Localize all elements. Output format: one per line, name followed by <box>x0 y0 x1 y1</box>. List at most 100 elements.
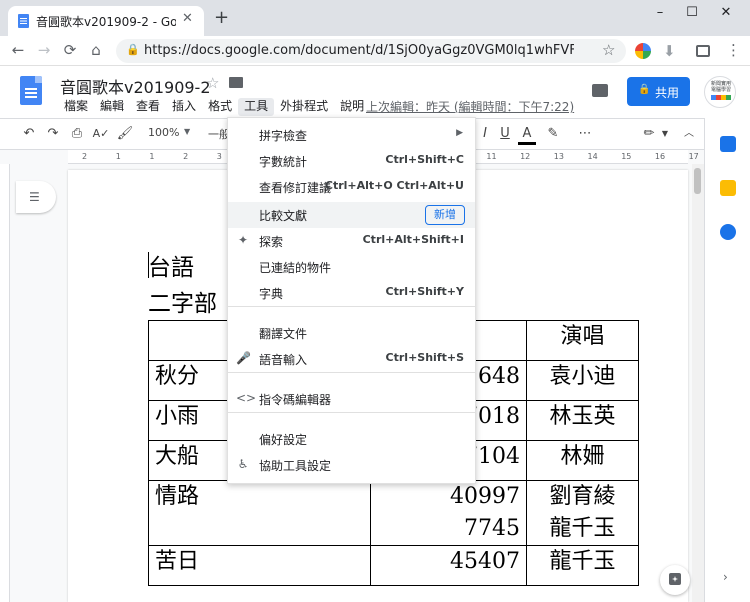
table-cell[interactable]: 40997 7745 <box>370 480 527 546</box>
menu-item-label: 拼字檢查 <box>259 129 308 143</box>
paint-format-icon[interactable]: 🖌 <box>116 125 134 143</box>
ruler-tick-label: 2 <box>82 152 88 161</box>
comment-history-icon[interactable] <box>592 84 608 97</box>
document-subheading[interactable]: 二字部 <box>148 284 217 318</box>
menu-item-shortcut: Ctrl+Shift+C <box>385 153 464 166</box>
menu-item-label: 已連結的物件 <box>259 261 332 275</box>
table-cell[interactable]: 演唱 <box>526 320 639 361</box>
back-icon[interactable]: ← <box>8 41 28 59</box>
zoom-select[interactable]: 100% <box>148 126 179 139</box>
menu-compare-documents[interactable]: 比較文獻 新增 <box>228 202 475 228</box>
address-bar[interactable]: 🔒 https://docs.google.com/document/d/1Sj… <box>116 39 626 63</box>
menu-file[interactable]: 檔案 <box>58 98 94 116</box>
tools-menu: 拼字檢查 ▶ 字數統計 Ctrl+Shift+C 查看修訂建議 Ctrl+Alt+O Ct… <box>227 117 476 484</box>
table-cell[interactable]: 林玉英 <box>526 400 639 441</box>
reload-icon[interactable]: ⟳ <box>60 41 80 59</box>
table-cell[interactable]: 袁小迪 <box>526 360 639 401</box>
table-cell[interactable]: 林姍 <box>526 440 639 481</box>
menu-linked-objects[interactable]: 已連結的物件 <box>228 254 475 280</box>
lock-icon: 🔒 <box>126 43 140 56</box>
expand-panel-icon[interactable]: › <box>723 570 728 584</box>
forward-icon[interactable]: → <box>34 41 54 59</box>
docs-logo-icon[interactable] <box>20 76 42 105</box>
more-icon[interactable]: ⋯ <box>576 125 594 143</box>
table-cell[interactable]: 苦日 <box>148 545 371 586</box>
tasks-icon[interactable] <box>720 224 736 240</box>
ruler-tick-label: 15 <box>621 152 632 161</box>
browser-menu-icon[interactable]: ⋮ <box>726 41 741 59</box>
ruler-tick-label: 1 <box>149 152 155 161</box>
document-outline-button[interactable]: ☰ <box>16 181 56 213</box>
google-docs-favicon-icon <box>18 14 29 28</box>
share-label: 共用 <box>655 86 680 100</box>
ruler-tick-label: 3 <box>216 152 222 161</box>
accessibility-icon: ♿ <box>237 457 249 471</box>
collapse-toolbar-icon[interactable]: ︿ <box>680 125 698 143</box>
menu-separator <box>228 372 475 373</box>
menu-voice-typing[interactable]: 🎤 語音輸入 Ctrl+Shift+S <box>228 346 475 372</box>
menu-insert[interactable]: 插入 <box>166 98 202 116</box>
menu-review-suggestions[interactable]: 查看修訂建議 Ctrl+Alt+O Ctrl+Alt+U <box>228 174 475 200</box>
explore-button[interactable] <box>660 565 690 595</box>
browser-tab[interactable]: 音圓歌本v201909-2 - Google 文 ✕ <box>8 6 204 36</box>
tab-title: 音圓歌本v201909-2 - Google 文 <box>36 15 176 29</box>
menu-accessibility-settings[interactable]: ♿ 協助工具設定 <box>228 452 475 478</box>
menu-view[interactable]: 查看 <box>130 98 166 116</box>
submenu-arrow-icon: ▶ <box>456 128 463 138</box>
home-icon[interactable]: ⌂ <box>86 41 106 59</box>
close-window-button[interactable]: ✕ <box>716 5 736 20</box>
scrollbar-thumb[interactable] <box>694 168 701 194</box>
menu-dictionary[interactable]: 字典 Ctrl+Shift+Y <box>228 280 475 306</box>
bookmark-star-icon[interactable]: ☆ <box>602 41 615 59</box>
menu-addons[interactable]: 外掛程式 <box>274 98 334 116</box>
undo-icon[interactable]: ↶ <box>20 125 38 143</box>
menu-tools[interactable]: 工具 <box>238 98 275 116</box>
microphone-icon: 🎤 <box>236 351 251 365</box>
extension-icon[interactable] <box>635 43 651 59</box>
redo-icon[interactable]: ↷ <box>44 125 62 143</box>
new-tab-button[interactable]: + <box>214 9 229 27</box>
minimize-button[interactable]: – <box>650 5 670 20</box>
maximize-button[interactable]: ☐ <box>682 5 702 20</box>
menu-help[interactable]: 說明 <box>334 98 370 116</box>
table-cell[interactable]: 情路 <box>148 480 371 546</box>
menu-edit[interactable]: 編輯 <box>94 98 130 116</box>
table-cell[interactable]: 45407 <box>370 545 527 586</box>
download-icon[interactable]: ⬇ <box>663 42 676 60</box>
share-button[interactable]: 🔒 共用 <box>627 77 690 106</box>
menu-word-count[interactable]: 字數統計 Ctrl+Shift+C <box>228 148 475 174</box>
table-cell[interactable]: 龍千玉 <box>526 545 639 586</box>
last-edit-link[interactable]: 上次編輯：昨天 (編輯時間：下午7:22) <box>366 98 574 115</box>
menu-preferences[interactable]: 偏好設定 <box>228 426 475 452</box>
vertical-ruler <box>0 164 10 602</box>
italic-icon[interactable]: I <box>476 125 494 143</box>
lock-icon: 🔒 <box>638 84 651 95</box>
star-icon[interactable]: ☆ <box>206 74 219 92</box>
document-title[interactable]: 音圓歌本v201909-2 <box>60 74 211 98</box>
vertical-scrollbar[interactable] <box>692 164 704 602</box>
document-heading[interactable]: 台語 <box>148 248 194 282</box>
zoom-dropdown-icon: ▼ <box>184 127 191 136</box>
menu-item-shortcut: Ctrl+Shift+S <box>385 351 464 364</box>
cast-icon[interactable] <box>696 45 710 57</box>
highlight-icon[interactable]: ✎ <box>544 125 562 143</box>
folder-icon[interactable] <box>229 77 243 88</box>
menu-explore[interactable]: ✦ 探索 Ctrl+Alt+Shift+I <box>228 228 475 254</box>
keep-icon[interactable] <box>720 180 736 196</box>
docs-header: 音圓歌本v201909-2 ☆ 檔案 編輯 查看 插入 格式 工具 外掛程式 說… <box>0 66 750 118</box>
spellcheck-icon[interactable]: A✓ <box>92 125 110 143</box>
account-avatar[interactable]: 新聞實用 電腦學習 <box>704 76 736 108</box>
underline-icon[interactable]: U <box>496 125 514 143</box>
menu-item-label: 偏好設定 <box>259 433 308 447</box>
menu-translate-document[interactable]: 翻譯文件 <box>228 320 475 346</box>
menu-script-editor[interactable]: <> 指令碼編輯器 <box>228 386 475 412</box>
tab-close-icon[interactable]: ✕ <box>182 11 193 26</box>
menu-bar: 檔案 編輯 查看 插入 格式 工具 外掛程式 說明 <box>58 98 370 116</box>
menu-format[interactable]: 格式 <box>202 98 238 116</box>
calendar-icon[interactable] <box>720 136 736 152</box>
text-color-icon[interactable]: A <box>518 125 536 145</box>
print-icon[interactable]: ⎙ <box>68 125 86 143</box>
editing-mode-dropdown-icon[interactable]: ▼ <box>656 125 674 143</box>
menu-spellcheck[interactable]: 拼字檢查 ▶ <box>228 122 475 148</box>
table-cell[interactable]: 劉育綾 龍千玉 <box>526 480 639 546</box>
